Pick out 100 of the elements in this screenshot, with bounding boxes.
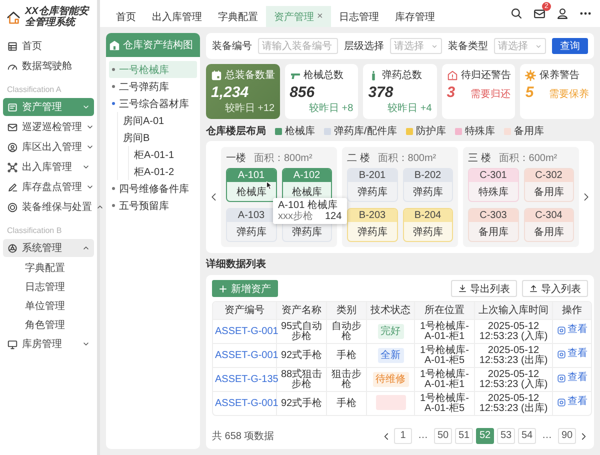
stat-note: 较昨日 +12 bbox=[224, 102, 275, 115]
table-cell: 狙击步枪 bbox=[327, 368, 367, 392]
room-card[interactable]: B-203 弹药库 bbox=[347, 208, 398, 242]
room-type: 枪械库 bbox=[236, 186, 266, 198]
tree-title: 仓库资产结构图 bbox=[123, 38, 193, 52]
room-type: 特殊库 bbox=[478, 186, 508, 198]
asset-id-link[interactable]: ASSET-G-001 bbox=[215, 398, 278, 408]
nav-item[interactable]: 装备维保与处置 bbox=[3, 198, 94, 216]
table-cell: 1号枪械库-A-01-柜1 bbox=[415, 320, 475, 344]
page-button[interactable]: 54 bbox=[518, 428, 536, 444]
grid-icon bbox=[7, 40, 18, 52]
table-cell: 92式手枪 bbox=[277, 344, 327, 368]
floor-name: 三 楼 bbox=[468, 152, 491, 165]
table-cell: 自动步枪 bbox=[327, 320, 367, 344]
chevron-left-icon[interactable] bbox=[382, 432, 391, 440]
room-card[interactable]: B-204 弹药库 bbox=[402, 208, 453, 242]
tree-node[interactable]: 五号预留库 bbox=[109, 197, 197, 214]
search-icon[interactable] bbox=[510, 7, 523, 20]
view-link[interactable]: 查看 bbox=[556, 325, 588, 336]
tab[interactable]: 字典配置 bbox=[210, 6, 266, 27]
nav-item[interactable]: 巡逻巡检管理 bbox=[3, 118, 94, 136]
tree-node[interactable]: 房间A-01 bbox=[120, 112, 197, 129]
tree-node[interactable]: 四号维修备件库 bbox=[109, 180, 197, 197]
tab[interactable]: 资产管理 × bbox=[266, 6, 331, 27]
status-tag: 全新 bbox=[378, 348, 404, 363]
page-button[interactable]: … bbox=[415, 429, 431, 443]
room-card[interactable]: A-103 弹药库 bbox=[226, 208, 276, 242]
nav-item[interactable]: 库区出入管理 bbox=[3, 138, 94, 156]
page-button[interactable]: 53 bbox=[497, 428, 515, 444]
room-code: C-303 bbox=[480, 210, 507, 221]
nav-item[interactable]: 出入库管理 bbox=[3, 158, 94, 176]
room-card[interactable]: C-303 备用库 bbox=[468, 208, 518, 242]
user-icon[interactable] bbox=[556, 7, 569, 20]
house-logo-icon bbox=[6, 10, 21, 24]
page-button[interactable]: … bbox=[539, 429, 555, 443]
tab[interactable]: 首页 bbox=[108, 6, 144, 27]
tab[interactable]: 出入库管理 bbox=[144, 6, 210, 27]
nav-item[interactable]: 数据驾驶舱 bbox=[3, 57, 94, 75]
room-card[interactable]: C-302 备用库 bbox=[524, 168, 574, 202]
tree-node[interactable]: 柜A-01-1 bbox=[131, 146, 197, 163]
shield-circle-icon bbox=[7, 202, 18, 212]
floor-area: 面积：600m² bbox=[498, 151, 558, 165]
nav-item[interactable]: 库房管理 bbox=[3, 335, 94, 353]
stat-value: 5 bbox=[525, 84, 534, 101]
stat-label: 弹药总数 bbox=[382, 68, 422, 82]
import-button[interactable]: 导入列表 bbox=[522, 280, 588, 297]
stat-value: 856 bbox=[290, 84, 315, 101]
section-title: 仓库楼层布局 bbox=[206, 124, 266, 138]
pencil-icon bbox=[7, 182, 18, 192]
page-button[interactable]: 90 bbox=[558, 428, 576, 444]
view-link[interactable]: 查看 bbox=[556, 373, 588, 384]
page-button[interactable]: 51 bbox=[455, 428, 473, 444]
query-button[interactable]: 查询 bbox=[552, 38, 588, 54]
chevron-right-icon[interactable] bbox=[579, 432, 588, 440]
tree-node[interactable]: 三号综合器材库 bbox=[109, 95, 197, 112]
legend-label: 防护库 bbox=[416, 124, 446, 138]
close-tab-button[interactable]: × bbox=[317, 11, 323, 22]
column-header: 所在位置 bbox=[415, 302, 475, 320]
nav-subitem[interactable]: 单位管理 bbox=[3, 297, 94, 314]
room-card[interactable]: B-201 弹药库 bbox=[347, 168, 398, 202]
stat-label: 枪械总数 bbox=[304, 68, 344, 82]
nav-item[interactable]: 首页 bbox=[3, 37, 94, 55]
stat-value: 1,234 bbox=[211, 84, 249, 101]
tab[interactable]: 日志管理 bbox=[330, 6, 387, 27]
view-link[interactable]: 查看 bbox=[556, 349, 588, 360]
page-button[interactable]: 50 bbox=[434, 428, 452, 444]
table-cell: 手枪 bbox=[327, 392, 367, 415]
mail-icon[interactable] bbox=[533, 7, 546, 20]
room-card[interactable]: B-202 弹药库 bbox=[402, 168, 453, 202]
room-code: B-204 bbox=[414, 210, 442, 221]
room-code: A-102 bbox=[293, 170, 320, 181]
page-button[interactable]: 1 bbox=[394, 428, 412, 444]
asset-id-link[interactable]: ASSET-G-135 bbox=[215, 374, 278, 384]
input-field[interactable]: 请输入装备编号 bbox=[258, 38, 338, 54]
room-card[interactable]: C-304 备用库 bbox=[524, 208, 574, 242]
column-header: 资产名称 bbox=[277, 302, 327, 320]
nav-subitem[interactable]: 角色管理 bbox=[3, 316, 94, 333]
asset-id-link[interactable]: ASSET-G-001 bbox=[215, 326, 278, 336]
asset-id-link[interactable]: ASSET-G-001 bbox=[215, 350, 278, 360]
tree-node[interactable]: 二号弹药库 bbox=[109, 78, 197, 95]
room-card[interactable]: A-101 枪械库 bbox=[226, 168, 276, 202]
nav-item[interactable]: 库存盘点管理 bbox=[3, 178, 94, 196]
tab[interactable]: 库存管理 bbox=[386, 6, 443, 27]
room-code: C-302 bbox=[535, 170, 562, 181]
nav-item[interactable]: 系统管理 bbox=[3, 239, 94, 257]
export-button[interactable]: 导出列表 bbox=[451, 280, 517, 297]
nav-subitem[interactable]: 字典配置 bbox=[3, 259, 94, 276]
view-link[interactable]: 查看 bbox=[556, 397, 588, 408]
room-code: C-301 bbox=[480, 170, 507, 181]
stat-note: 较昨日 +8 bbox=[309, 102, 354, 115]
upload-icon bbox=[529, 284, 538, 293]
card-icon bbox=[7, 102, 18, 112]
calendar-icon bbox=[211, 70, 222, 80]
room-card[interactable]: C-301 特殊库 bbox=[468, 168, 518, 202]
tree-node[interactable]: 房间B bbox=[120, 129, 197, 146]
nav-subitem[interactable]: 日志管理 bbox=[3, 278, 94, 295]
room-code: A-101 bbox=[238, 170, 265, 181]
room-type: 弹药库 bbox=[412, 186, 443, 198]
tree-node[interactable]: 柜A-01-2 bbox=[131, 163, 197, 180]
table-cell: 88式狙击步枪 bbox=[277, 368, 327, 392]
